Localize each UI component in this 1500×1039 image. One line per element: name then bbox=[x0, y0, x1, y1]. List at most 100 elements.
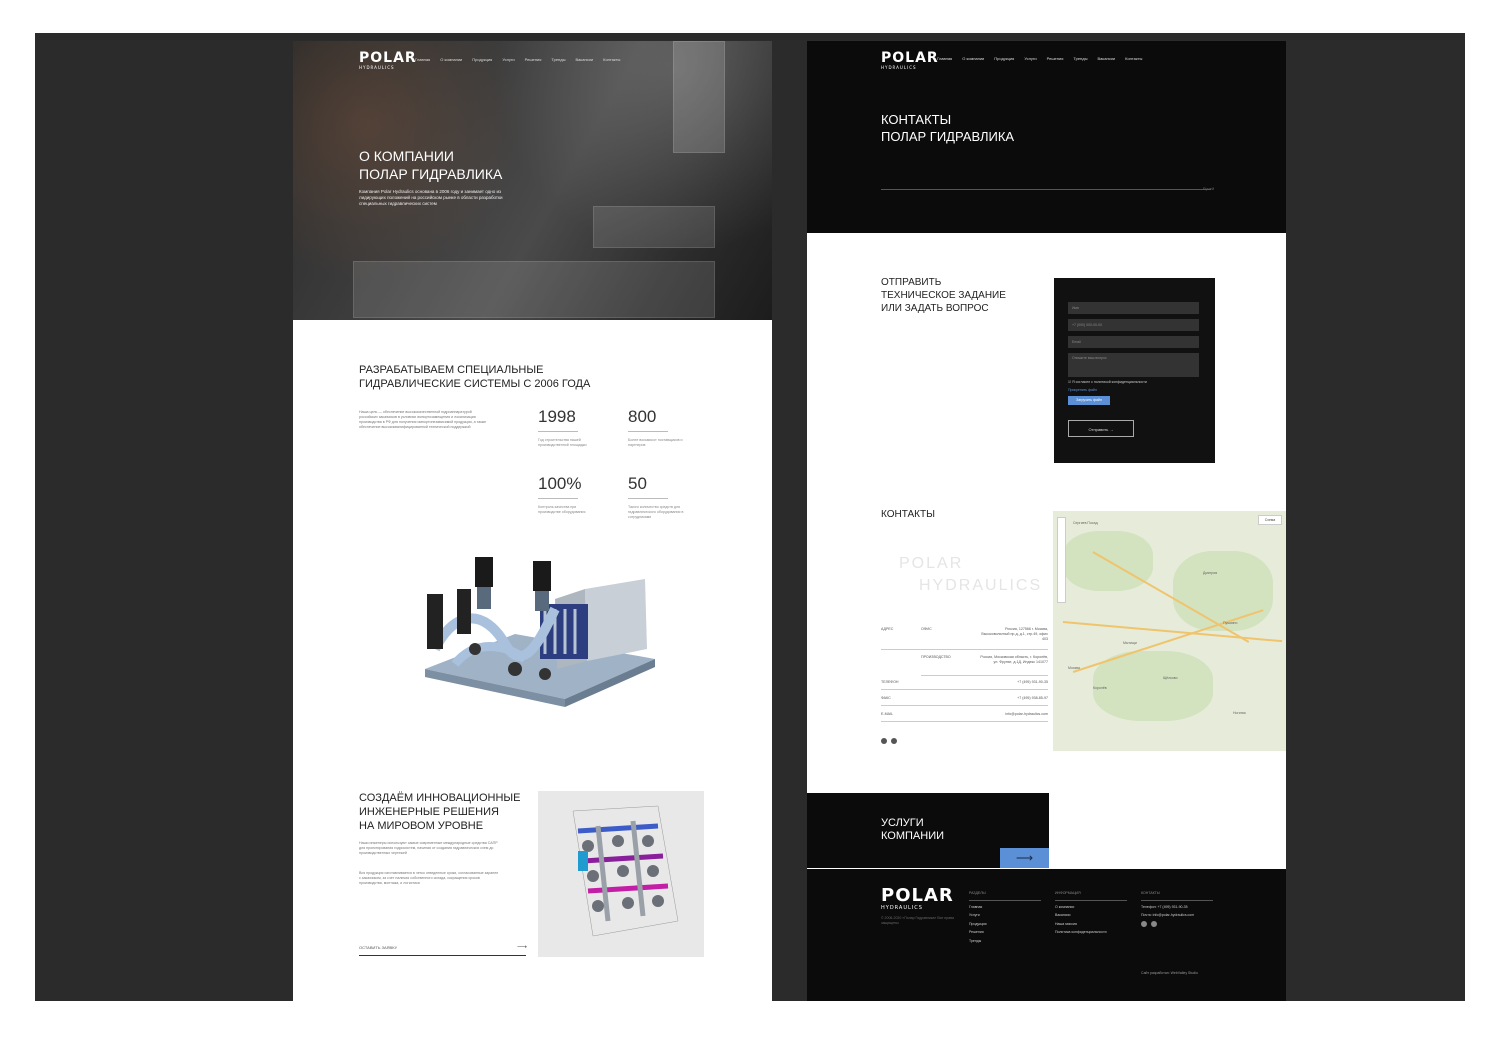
section-title-line-1: РАЗРАБАТЫВАЕМ СПЕЦИАЛЬНЫЕ bbox=[359, 364, 544, 376]
nav-products[interactable]: Продукция bbox=[994, 56, 1014, 61]
location-map[interactable]: Сергиев Посад Королёв Москва Мытищи Щёлк… bbox=[1053, 511, 1286, 751]
nav-services[interactable]: Услуги bbox=[502, 57, 514, 62]
office-label: ОФИС bbox=[921, 627, 932, 631]
map-city-label: Сергиев Посад bbox=[1073, 521, 1098, 525]
production-label: ПРОИЗВОДСТВО bbox=[921, 655, 951, 659]
phone-field[interactable]: +7 (000) 000-00-00 bbox=[1068, 319, 1199, 331]
main-nav: Главная О компании Продукция Услуги Реше… bbox=[415, 57, 620, 62]
footer-link[interactable]: Вакансии bbox=[1055, 911, 1127, 920]
machine-vice-shape bbox=[593, 206, 715, 248]
phone-value[interactable]: +7 (495) 931-90-35 bbox=[1017, 680, 1048, 684]
nav-trends[interactable]: Тренды bbox=[551, 57, 565, 62]
stat-caption: Такого количество средств для гидравличе… bbox=[628, 505, 684, 519]
section-title-line-2: ИНЖЕНЕРНЫЕ РЕШЕНИЯ bbox=[359, 806, 499, 818]
nav-about[interactable]: О компании bbox=[962, 56, 984, 61]
nav-home[interactable]: Главная bbox=[415, 57, 430, 62]
footer-made-by[interactable]: Сайт разработан: WebValley Studio bbox=[1141, 969, 1198, 978]
nav-solutions[interactable]: Решения bbox=[525, 57, 542, 62]
polar-logo[interactable]: POLAR HYDRAULICS bbox=[881, 887, 954, 912]
nav-vacancies[interactable]: Вакансии bbox=[575, 57, 593, 62]
stat-value: 100% bbox=[538, 474, 582, 493]
email-row: E-MAIL info@polar-hydraulics.com bbox=[881, 711, 1048, 722]
contacts-title-line-1: КОНТАКТЫ bbox=[881, 112, 952, 127]
footer-link[interactable]: Решения bbox=[969, 928, 1041, 937]
stat-caption: Более восьмисот поставщиков и партнеров bbox=[628, 438, 683, 447]
social-icon[interactable] bbox=[1141, 921, 1147, 927]
map-forest bbox=[1093, 651, 1213, 721]
site-footer: POLAR HYDRAULICS © 2006-2020 «Полар Гидр… bbox=[807, 869, 1286, 1001]
stat-caption: Контроль качества при производстве обору… bbox=[538, 505, 586, 514]
header-divider bbox=[881, 189, 1211, 190]
email-value[interactable]: info@polar-hydraulics.com bbox=[1005, 712, 1048, 716]
email-field[interactable]: Email bbox=[1068, 336, 1199, 348]
footer-link[interactable]: Тренды bbox=[969, 937, 1041, 946]
social-icon[interactable] bbox=[891, 738, 897, 744]
consent-checkbox[interactable]: ☑ Я согласен с политикой конфиденциально… bbox=[1068, 380, 1147, 384]
address-row: АДРЕС ОФИС Россия, 127566 г. Москва, Выс… bbox=[881, 627, 1048, 650]
map-city-label: Дмитров bbox=[1203, 571, 1218, 575]
polar-logo[interactable]: POLAR HYDRAULICS bbox=[359, 51, 417, 70]
hero-title: О КОМПАНИИ ПОЛАР ГИДРАВЛИКА bbox=[359, 147, 599, 183]
arrow-right-icon[interactable]: ⟶ bbox=[517, 943, 527, 951]
contacts-title-line-2: ПОЛАР ГИДРАВЛИКА bbox=[881, 129, 1015, 144]
stat-value: 1998 bbox=[538, 407, 576, 426]
form-title-line-2: ТЕХНИЧЕСКОЕ ЗАДАНИЕ bbox=[881, 290, 1006, 301]
section-title-innovation: СОЗДАЁМ ИННОВАЦИОННЫЕ ИНЖЕНЕРНЫЕ РЕШЕНИЯ… bbox=[359, 791, 520, 833]
request-link[interactable]: ОСТАВИТЬ ЗАЯВКУ bbox=[359, 945, 397, 950]
section-title-systems: РАЗРАБАТЫВАЕМ СПЕЦИАЛЬНЫЕ ГИДРАВЛИЧЕСКИЕ… bbox=[359, 363, 590, 391]
social-icon[interactable] bbox=[881, 738, 887, 744]
footer-col-title: РАЗДЕЛЫ bbox=[969, 889, 1041, 901]
phone-label: ТЕЛЕФОН bbox=[881, 680, 899, 684]
nav-trends[interactable]: Тренды bbox=[1073, 56, 1087, 61]
map-city-label: Ногинск bbox=[1233, 711, 1246, 715]
services-title: УСЛУГИ КОМПАНИИ bbox=[881, 817, 944, 843]
nav-contacts[interactable]: Контакты bbox=[1125, 56, 1142, 61]
mission-text: Наша цель — обеспечение высококачественн… bbox=[359, 410, 487, 429]
stat-value: 800 bbox=[628, 407, 657, 426]
attach-label: Прикрепить файл bbox=[1068, 388, 1097, 392]
hero-title-line-1: О КОМПАНИИ bbox=[359, 148, 454, 164]
footer-link[interactable]: Политика конфиденциальности bbox=[1055, 928, 1127, 937]
footer-phone[interactable]: Телефон: +7 (495) 931-90-35 bbox=[1141, 903, 1213, 912]
machine-bed-shape bbox=[353, 261, 715, 318]
form-title-line-1: ОТПРАВИТЬ bbox=[881, 277, 942, 288]
upload-file-button[interactable]: Загрузить файл bbox=[1068, 396, 1110, 405]
map-zoom-control[interactable] bbox=[1057, 517, 1066, 603]
arrow-right-icon[interactable]: ⟶ bbox=[1000, 848, 1049, 868]
submit-button[interactable]: Отправить → bbox=[1068, 420, 1134, 437]
cad-render-image bbox=[538, 791, 704, 957]
nav-products[interactable]: Продукция bbox=[472, 57, 492, 62]
nav-contacts[interactable]: Контакты bbox=[603, 57, 620, 62]
fax-value: +7 (495) 938-85-97 bbox=[1017, 696, 1048, 700]
nav-solutions[interactable]: Решения bbox=[1047, 56, 1064, 61]
name-field[interactable]: Имя bbox=[1068, 302, 1199, 314]
email-label: E-MAIL bbox=[881, 712, 893, 716]
services-title-line-2: КОМПАНИИ bbox=[881, 830, 945, 842]
social-icon[interactable] bbox=[1151, 921, 1157, 927]
nav-vacancies[interactable]: Вакансии bbox=[1097, 56, 1115, 61]
header-tag: Ручей bbox=[1203, 186, 1215, 191]
footer-link[interactable]: О компании bbox=[1055, 903, 1127, 912]
watermark-logo: POLAR HYDRAULICS bbox=[899, 555, 1043, 594]
polar-logo[interactable]: POLAR HYDRAULICS bbox=[881, 51, 939, 70]
map-city-label: Москва bbox=[1068, 666, 1080, 670]
form-title-line-3: ИЛИ ЗАДАТЬ ВОПРОС bbox=[881, 303, 989, 314]
footer-email[interactable]: Почта: info@polar-hydraulics.com bbox=[1141, 911, 1213, 920]
message-field[interactable]: Опишите ваш вопрос bbox=[1068, 353, 1199, 377]
stat-divider bbox=[538, 431, 578, 432]
section-title-line-2: ГИДРАВЛИЧЕСКИЕ СИСТЕМЫ С 2006 ГОДА bbox=[359, 378, 591, 390]
footer-link[interactable]: Продукция bbox=[969, 920, 1041, 929]
footer-link[interactable]: Главная bbox=[969, 903, 1041, 912]
footer-link[interactable]: Наша миссия bbox=[1055, 920, 1127, 929]
stat-divider bbox=[538, 498, 578, 499]
nav-about[interactable]: О компании bbox=[440, 57, 462, 62]
footer-link[interactable]: Услуги bbox=[969, 911, 1041, 920]
nav-services[interactable]: Услуги bbox=[1024, 56, 1036, 61]
footer-col-title: КОНТАКТЫ bbox=[1141, 889, 1213, 901]
request-form: Имя +7 (000) 000-00-00 Email Опишите ваш… bbox=[1054, 278, 1215, 463]
nav-home[interactable]: Главная bbox=[937, 56, 952, 61]
services-banner[interactable]: УСЛУГИ КОМПАНИИ ⟶ bbox=[807, 793, 1049, 868]
consent-label: Я согласен с политикой конфиденциальност… bbox=[1072, 380, 1147, 384]
map-layers-button[interactable]: Схема bbox=[1258, 515, 1282, 525]
hero-text: Компания Polar Hydraulics основана в 200… bbox=[359, 189, 503, 206]
